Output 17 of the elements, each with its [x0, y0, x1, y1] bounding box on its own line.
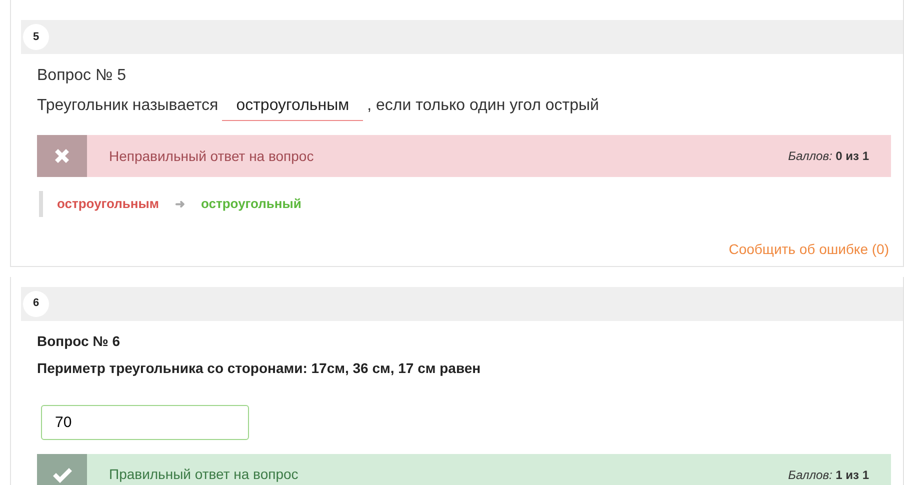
arrow-icon: ➜ — [175, 194, 185, 213]
question-number: 6 — [23, 290, 49, 316]
question-text: Треугольник называется — [37, 97, 218, 114]
result-message: Правильный ответ на вопрос — [108, 465, 300, 484]
answer-field[interactable]: остроугольным — [222, 94, 364, 121]
cross-icon — [37, 135, 87, 177]
question-title: Вопрос № 5 — [37, 66, 127, 86]
given-answer: остроугольным — [57, 195, 159, 213]
question-number: 5 — [23, 24, 49, 50]
score-text: Баллов: 0 из 1 — [788, 148, 870, 165]
answer-field[interactable]: 70 — [41, 404, 249, 440]
question-text: , если только один угол острый — [367, 97, 599, 114]
correct-answer: остроугольный — [201, 195, 302, 213]
result-message: Неправильный ответ на вопрос — [108, 146, 315, 166]
question-title: Вопрос № 6 — [37, 332, 121, 351]
score-text: Баллов: 1 из 1 — [788, 466, 870, 484]
question-text: Периметр треугольника со сторонами: 17см, 36 см, 17 см равен — [37, 358, 482, 378]
